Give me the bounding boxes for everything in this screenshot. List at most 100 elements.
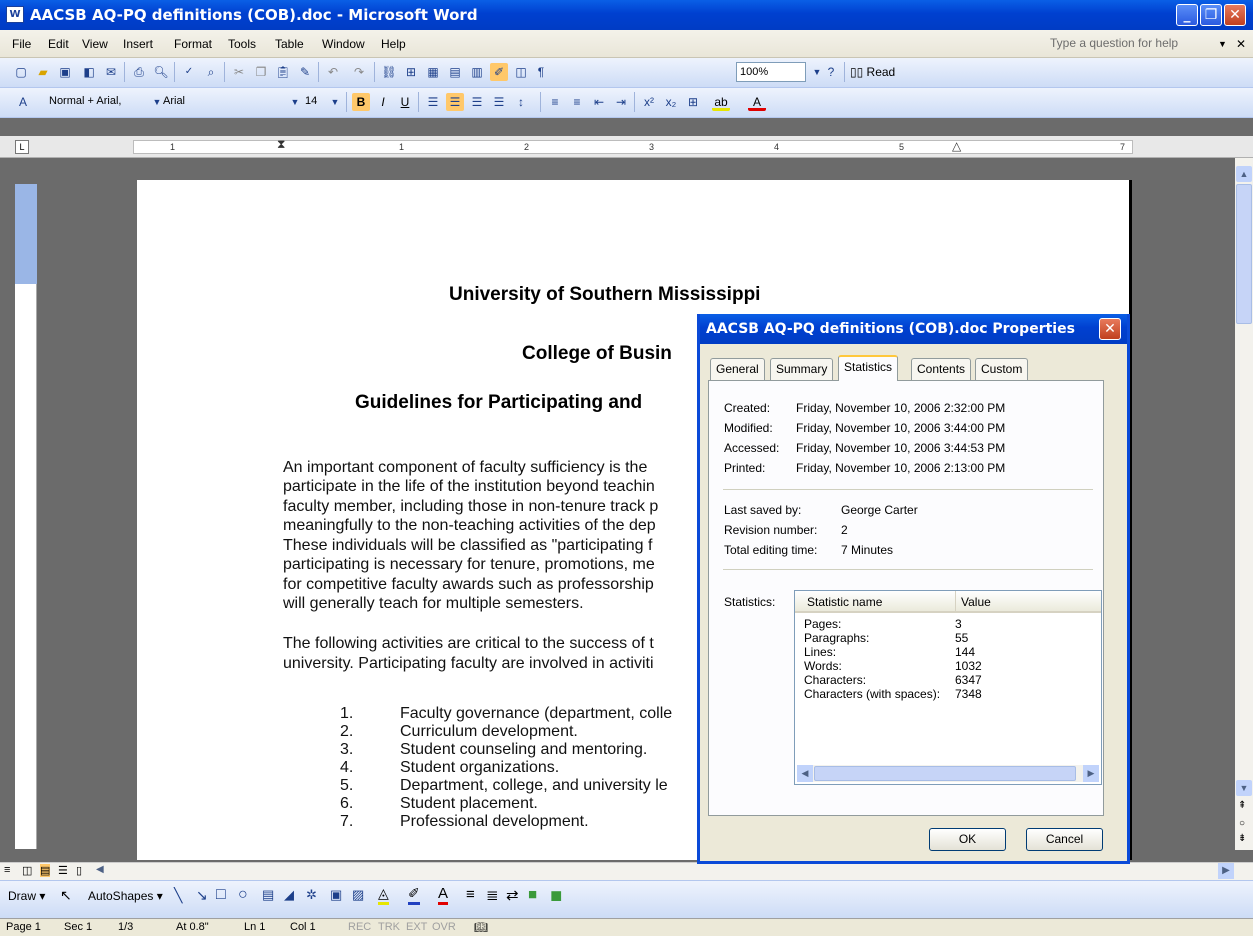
tab-contents[interactable]: Contents — [911, 358, 972, 380]
wordart-icon[interactable]: ◢ — [284, 887, 294, 903]
column-header-name[interactable]: Statistic name — [807, 591, 882, 613]
dialog-title-bar[interactable]: AACSB AQ-PQ definitions (COB).doc Proper… — [700, 314, 1127, 344]
arrow-icon[interactable]: ↘ — [196, 887, 208, 904]
decrease-indent-icon[interactable]: ⇤ — [590, 93, 608, 111]
restore-button[interactable]: ❐ — [1200, 4, 1222, 26]
menu-help[interactable]: Help — [381, 37, 406, 51]
draw-menu-button[interactable]: Draw ▾ — [8, 889, 45, 903]
document-map-icon[interactable]: ◫ — [512, 63, 530, 81]
bullets-icon[interactable]: ≡ — [568, 93, 586, 111]
vertical-scrollbar[interactable]: ▲ ▼ ⇞ ○ ⇟ — [1235, 158, 1253, 850]
next-page-icon[interactable]: ⇟ — [1238, 833, 1246, 844]
tab-selector-icon[interactable]: L — [15, 140, 29, 154]
hyperlink-icon[interactable]: ⛓ — [380, 63, 398, 81]
chevron-down-icon[interactable]: ▼ — [1218, 39, 1227, 49]
justify-icon[interactable]: ☰ — [490, 93, 508, 111]
menu-format[interactable]: Format — [174, 37, 212, 51]
menu-view[interactable]: View — [82, 37, 108, 51]
horizontal-ruler[interactable]: L 1 1 2 3 4 5 7 ⧗ △ — [0, 136, 1253, 158]
column-header-value[interactable]: Value — [961, 591, 991, 613]
show-hide-icon[interactable]: ¶ — [532, 63, 550, 81]
bold-button[interactable]: B — [352, 93, 370, 111]
permission-icon[interactable]: ◧ — [80, 63, 98, 81]
clipart-icon[interactable]: ▣ — [330, 887, 342, 903]
horizontal-scrollbar[interactable]: ≡ ◫ ▤ ☰ ▯ ◀ ▶ — [0, 862, 1253, 880]
right-indent-icon[interactable]: △ — [952, 139, 961, 153]
arrow-style-icon[interactable]: ⇄ — [506, 886, 519, 904]
select-objects-icon[interactable]: ↖ — [60, 887, 72, 904]
border-icon[interactable]: ⊞ — [684, 93, 702, 111]
status-ovr[interactable]: OVR — [432, 921, 456, 933]
chevron-down-icon[interactable]: ▼ — [326, 93, 344, 111]
align-center-icon[interactable]: ☰ — [446, 93, 464, 111]
print-layout-icon[interactable]: ▤ — [40, 864, 51, 877]
picture-icon[interactable]: ▨ — [352, 887, 364, 903]
superscript-icon[interactable]: x² — [640, 93, 658, 111]
line-icon[interactable]: ╲ — [174, 887, 182, 904]
scroll-right-icon[interactable]: ▶ — [1218, 863, 1234, 879]
spelling-status-icon[interactable]: 📖︎ — [474, 921, 488, 934]
status-ext[interactable]: EXT — [406, 921, 427, 933]
styles-icon[interactable]: A — [14, 93, 32, 111]
scroll-thumb[interactable] — [814, 766, 1076, 781]
drawing-icon[interactable]: ✐ — [490, 63, 508, 81]
new-document-icon[interactable]: ▢ — [12, 63, 30, 81]
tab-general[interactable]: General — [710, 358, 765, 380]
font-size-select[interactable]: 14 — [302, 92, 326, 112]
font-select[interactable]: Arial — [160, 92, 296, 112]
menu-table[interactable]: Table — [275, 37, 304, 51]
insert-excel-icon[interactable]: ▤ — [446, 63, 464, 81]
numbering-icon[interactable]: ≡ — [546, 93, 564, 111]
fill-color-icon[interactable]: ◬ — [378, 885, 389, 905]
menu-window[interactable]: Window — [322, 37, 365, 51]
font-color-icon[interactable]: A — [748, 93, 766, 111]
menu-file[interactable]: File — [12, 37, 31, 51]
insert-table-icon[interactable]: ▦ — [424, 63, 442, 81]
spelling-icon[interactable]: ✓ — [180, 63, 198, 81]
close-button[interactable]: ✕ — [1224, 4, 1246, 26]
help-icon[interactable]: ? — [822, 63, 840, 81]
cancel-button[interactable]: Cancel — [1026, 828, 1103, 851]
align-right-icon[interactable]: ☰ — [468, 93, 486, 111]
tab-statistics[interactable]: Statistics — [838, 355, 899, 381]
autoshapes-button[interactable]: AutoShapes ▾ — [88, 889, 163, 903]
zoom-select[interactable]: 100% — [736, 62, 806, 82]
highlight-icon[interactable]: ab — [712, 93, 730, 111]
menu-tools[interactable]: Tools — [228, 37, 256, 51]
list-horizontal-scrollbar[interactable]: ◀ ▶ — [797, 765, 1099, 782]
dash-style-icon[interactable]: ≣ — [486, 886, 499, 904]
font-color-icon[interactable]: A — [438, 885, 449, 905]
close-document-icon[interactable]: ✕ — [1236, 37, 1246, 51]
shadow-icon[interactable]: ■ — [528, 886, 537, 903]
help-search-input[interactable]: Type a question for help — [1050, 36, 1210, 52]
paste-icon[interactable]: 📋︎ — [274, 63, 292, 81]
format-painter-icon[interactable]: ✎ — [296, 63, 314, 81]
textbox-icon[interactable]: ▤ — [262, 887, 274, 903]
copy-icon[interactable]: ❐ — [252, 63, 270, 81]
rectangle-icon[interactable]: □ — [216, 886, 226, 904]
oval-icon[interactable]: ○ — [238, 886, 248, 904]
scroll-up-icon[interactable]: ▲ — [1236, 166, 1252, 182]
normal-view-icon[interactable]: ≡ — [4, 864, 10, 876]
reading-view-icon[interactable]: ▯ — [76, 864, 82, 877]
indent-marker-icon[interactable]: ⧗ — [277, 137, 285, 152]
dialog-close-button[interactable]: ✕ — [1099, 318, 1121, 340]
browse-object-icon[interactable]: ○ — [1239, 818, 1245, 829]
undo-icon[interactable]: ↶ — [324, 63, 342, 81]
tables-borders-icon[interactable]: ⊞ — [402, 63, 420, 81]
window-title-bar[interactable]: W AACSB AQ-PQ definitions (COB).doc - Mi… — [0, 0, 1253, 30]
subscript-icon[interactable]: x₂ — [662, 93, 680, 111]
tab-summary[interactable]: Summary — [770, 358, 834, 380]
cut-icon[interactable]: ✂ — [230, 63, 248, 81]
tab-custom[interactable]: Custom — [975, 358, 1029, 380]
statistics-list[interactable]: Statistic name Value Pages: 3 Paragraphs… — [794, 590, 1102, 785]
style-select[interactable]: Normal + Arial, — [46, 92, 158, 112]
menu-insert[interactable]: Insert — [123, 37, 153, 51]
outline-view-icon[interactable]: ☰ — [58, 864, 68, 877]
email-icon[interactable]: ✉ — [102, 63, 120, 81]
italic-button[interactable]: I — [374, 93, 392, 111]
minimize-button[interactable]: _ — [1176, 4, 1198, 26]
scroll-thumb[interactable] — [1236, 184, 1252, 324]
previous-page-icon[interactable]: ⇞ — [1238, 800, 1246, 811]
read-button[interactable]: ▯▯ Read — [850, 63, 908, 81]
